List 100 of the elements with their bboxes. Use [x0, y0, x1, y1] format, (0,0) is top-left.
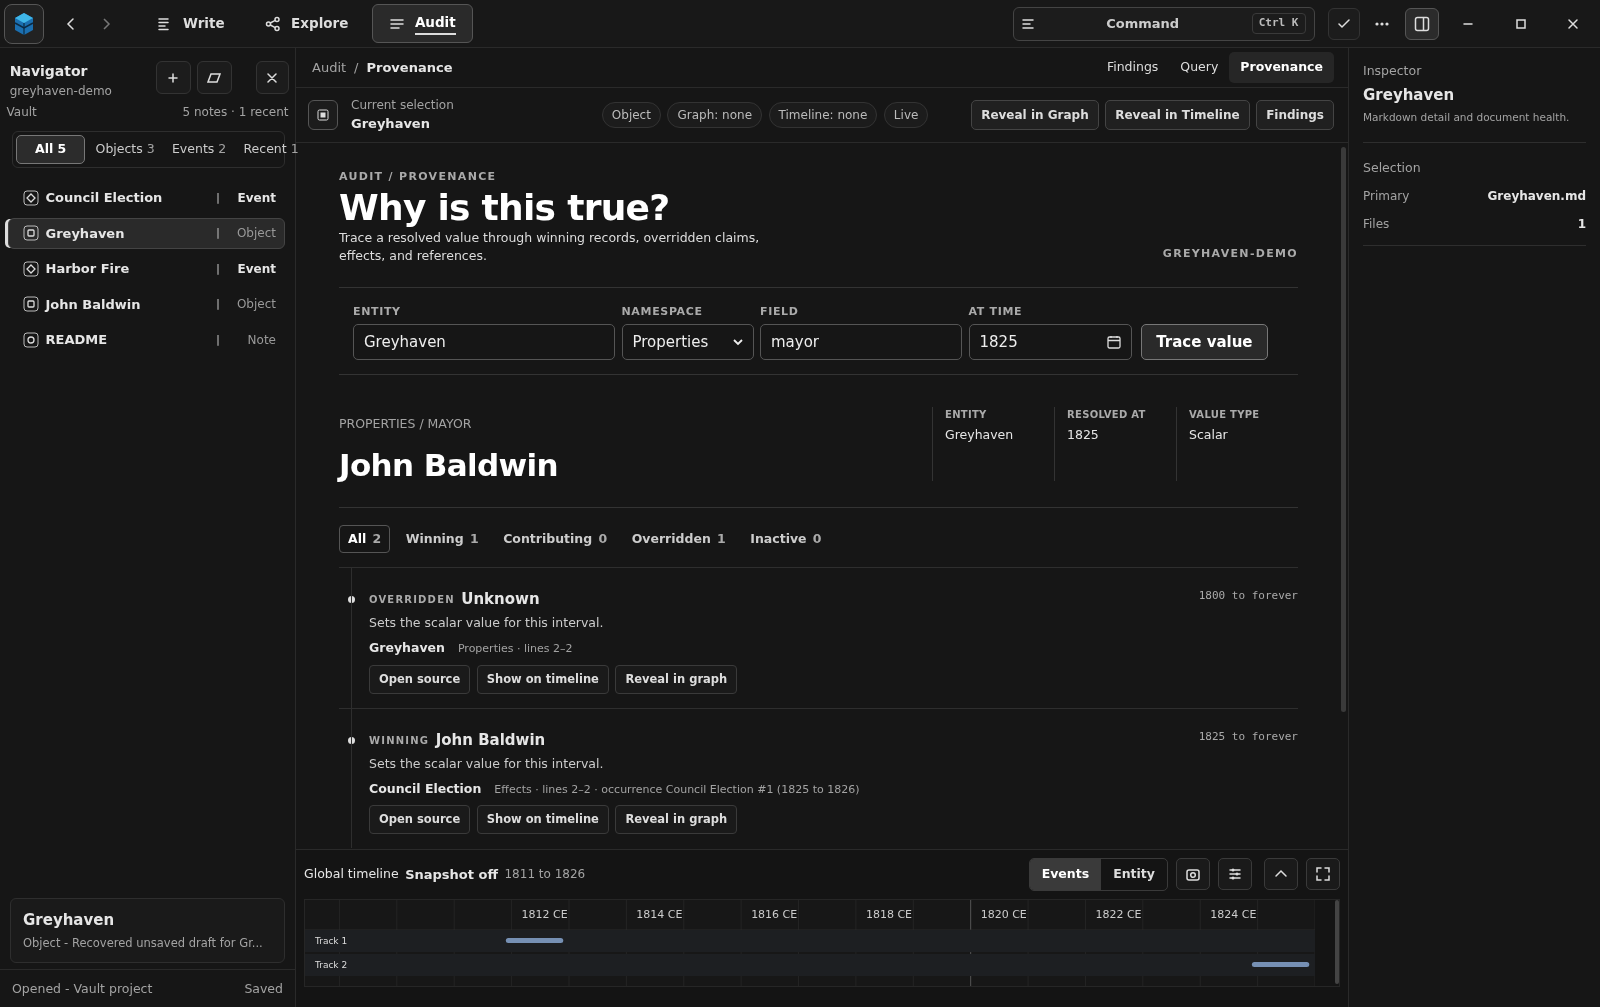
view-tab[interactable]: Query: [1169, 52, 1230, 83]
nav-tab[interactable]: Write: [140, 5, 242, 42]
panel-toggle-button[interactable]: [1404, 7, 1439, 40]
track-label: Track 2: [315, 959, 348, 970]
filter-button[interactable]: [1218, 858, 1252, 891]
command-field[interactable]: Command Ctrl K: [1012, 6, 1315, 41]
claim-interval: 1825 to forever: [1198, 728, 1298, 745]
navigator-item[interactable]: Council Election | Event: [8, 182, 285, 214]
navigator-item[interactable]: README | Note: [8, 324, 285, 356]
property-name: Files: [1363, 216, 1390, 234]
evidence-tab[interactable]: Overridden 1: [622, 524, 735, 554]
claim-action-button[interactable]: Show on timeline: [476, 664, 609, 694]
description-text: Trace a resolved value through winning records, overridden claims, effects, and references.: [339, 228, 761, 265]
calendar-icon[interactable]: [1106, 335, 1121, 350]
track-label: Track 1: [315, 935, 348, 946]
selection-icon: [308, 100, 338, 130]
expand-icon: [1316, 867, 1330, 882]
vault-tag: GREYHAVEN-DEMO: [1162, 246, 1298, 263]
view-button[interactable]: [196, 61, 232, 94]
vault-name: greyhaven-demo: [9, 83, 113, 100]
breadcrumb-item[interactable]: Audit: [312, 57, 347, 78]
close-panel-button[interactable]: [255, 61, 289, 94]
fact-label: ENTITY: [945, 408, 988, 423]
trace-button[interactable]: Trace value: [1141, 324, 1268, 361]
evidence-tab[interactable]: Inactive 0: [741, 524, 831, 554]
plus-icon: [168, 72, 178, 83]
close-icon: [267, 72, 277, 83]
claim-action-button[interactable]: Show on timeline: [476, 805, 609, 835]
panel-label: Inspector: [1363, 62, 1423, 80]
event-bar[interactable]: [1251, 961, 1310, 967]
view-tab[interactable]: Findings: [1095, 52, 1170, 83]
timeline-dot: [348, 736, 355, 744]
text-field[interactable]: Greyhaven: [353, 324, 615, 361]
field-label: NAMESPACE: [621, 303, 704, 320]
scrollbar[interactable]: [1335, 899, 1339, 984]
back-icon: [66, 16, 76, 31]
claim-action-button[interactable]: Reveal in graph: [615, 805, 738, 835]
property-value: 1: [1577, 216, 1586, 234]
source-link[interactable]: Greyhaven: [369, 639, 445, 659]
filter-tab[interactable]: Objects 3: [88, 135, 162, 164]
check-icon: [1337, 18, 1350, 29]
app-logo[interactable]: [4, 3, 44, 44]
scrollbar[interactable]: [1341, 147, 1346, 712]
add-button[interactable]: [155, 61, 191, 94]
year-label: 1814 CE: [636, 907, 683, 921]
note-card[interactable]: Greyhaven Object - Recovered unsaved draft for Gr...: [10, 897, 285, 963]
inspector-subtitle: Markdown detail and document health.: [1363, 109, 1586, 143]
year-label: 1822 CE: [1095, 907, 1142, 921]
claim-action-button[interactable]: Reveal in graph: [615, 664, 738, 694]
namespace-select[interactable]: Properties: [621, 324, 754, 361]
property-value: Greyhaven.md: [1487, 188, 1586, 206]
mode-tab[interactable]: Entity: [1101, 859, 1167, 890]
value-path: PROPERTIES / MAYOR: [339, 415, 473, 434]
eyebrow-text: AUDIT / PROVENANCE: [339, 169, 498, 185]
timeline-title: Global timeline: [304, 865, 399, 883]
resolved-value: John Baldwin: [339, 446, 559, 486]
mode-tab[interactable]: Events: [1029, 859, 1102, 890]
year-label: 1824 CE: [1210, 907, 1257, 921]
fullscreen-button[interactable]: [1306, 858, 1340, 891]
text-field[interactable]: mayor: [760, 324, 962, 361]
snapshot-status: Snapshot off: [405, 865, 498, 884]
evidence-tab[interactable]: Winning 1: [396, 524, 488, 554]
status-chip: Timeline: none: [768, 102, 878, 128]
evidence-tab[interactable]: All 2: [339, 524, 391, 554]
evidence-tab[interactable]: Contributing 0: [494, 524, 617, 554]
collapse-button[interactable]: [1264, 858, 1298, 891]
claim-status: WINNING: [369, 733, 430, 748]
navigator-item[interactable]: Greyhaven | Object: [8, 217, 285, 249]
year-label: 1812 CE: [521, 907, 568, 921]
navigator-item[interactable]: Harbor Fire | Event: [8, 253, 285, 285]
filter-tab[interactable]: Events 2: [164, 135, 234, 164]
event-bar[interactable]: [505, 937, 564, 943]
selection-label: Current selection: [351, 97, 454, 115]
timeline-dot: [348, 596, 355, 604]
claim-action-button[interactable]: Open source: [369, 805, 471, 835]
status-chip: Object: [601, 102, 661, 128]
field-label: FIELD: [760, 303, 800, 320]
filter-tab[interactable]: All 5: [16, 135, 86, 164]
date-field[interactable]: 1825: [968, 324, 1132, 361]
nav-tab[interactable]: Audit: [371, 4, 473, 43]
snapshot-button[interactable]: [1176, 858, 1210, 891]
claim-status: OVERRIDDEN: [369, 593, 455, 608]
filter-tab[interactable]: Recent 1: [236, 135, 306, 164]
action-button[interactable]: Findings: [1256, 100, 1334, 130]
nav-tab[interactable]: Explore: [248, 5, 366, 42]
square-icon: [23, 296, 39, 313]
sliders-icon: [1228, 867, 1242, 882]
menu-icon: [1021, 17, 1034, 30]
view-tab[interactable]: Provenance: [1229, 52, 1334, 83]
fact-label: VALUE TYPE: [1189, 408, 1261, 423]
shortcut-hint: Ctrl K: [1251, 13, 1306, 34]
property-name: Primary: [1363, 188, 1410, 206]
field-label: AT TIME: [968, 303, 1024, 320]
source-link[interactable]: Council Election: [369, 779, 482, 799]
claim-action-button[interactable]: Open source: [369, 664, 471, 694]
action-button[interactable]: Reveal in Graph: [971, 100, 1099, 130]
action-button[interactable]: Reveal in Timeline: [1105, 100, 1250, 130]
confirm-button[interactable]: [1327, 7, 1360, 40]
navigator-item[interactable]: John Baldwin | Object: [8, 288, 285, 320]
square-icon: [23, 225, 39, 242]
